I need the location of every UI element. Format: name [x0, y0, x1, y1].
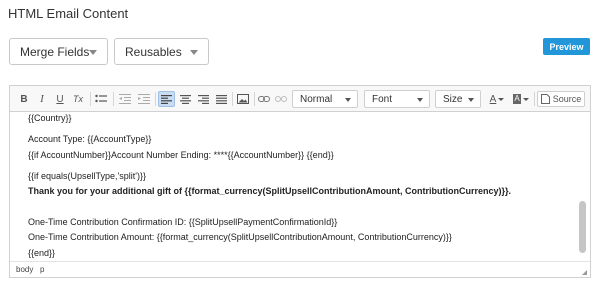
align-center-icon [179, 94, 191, 104]
underline-button[interactable]: U [53, 91, 67, 107]
italic-button[interactable]: I [35, 91, 49, 107]
background-color-icon: A [513, 94, 521, 104]
content-line: {{end}} [28, 248, 56, 258]
size-select-value: Size [443, 93, 463, 105]
format-select[interactable]: Normal [292, 90, 358, 108]
chevron-down-icon [468, 98, 474, 102]
content-line: {{Country}} [28, 113, 72, 123]
insert-image-button[interactable] [236, 91, 250, 107]
remove-format-button[interactable]: Tx [71, 91, 85, 107]
indent-icon [138, 94, 150, 104]
decrease-indent-button[interactable] [118, 91, 132, 107]
preview-button[interactable]: Preview [543, 38, 590, 55]
merge-fields-label: Merge Fields [20, 44, 90, 59]
toolbar-divider [155, 92, 156, 106]
content-line: One-Time Contribution Amount: {{format_c… [28, 232, 452, 242]
align-justify-icon [215, 94, 227, 104]
content-line: One-Time Contribution Confirmation ID: {… [28, 217, 338, 227]
content-line: {{if equals(UpsellType,'split')}} [28, 171, 147, 181]
bulleted-list-button[interactable] [94, 91, 108, 107]
link-button[interactable] [257, 91, 271, 107]
align-right-icon [197, 94, 209, 104]
remove-format-icon: Tx [73, 94, 83, 104]
format-select-value: Normal [300, 93, 333, 105]
text-color-icon: A [489, 93, 497, 105]
unlink-icon [275, 96, 287, 102]
chevron-down-icon [417, 98, 423, 102]
vertical-scrollbar[interactable] [577, 113, 589, 261]
align-left-icon [161, 94, 172, 104]
section-title: HTML Email Content [8, 6, 129, 21]
element-path-body[interactable]: body [16, 265, 33, 274]
html-editor: B I U Tx Normal Font Size A A Source {{C… [9, 85, 591, 278]
bulleted-list-icon [95, 94, 107, 103]
chevron-down-icon [89, 50, 97, 55]
background-color-button[interactable]: A [510, 91, 532, 107]
merge-fields-dropdown[interactable]: Merge Fields [9, 38, 108, 65]
text-color-button[interactable]: A [486, 91, 508, 107]
toolbar-divider [113, 92, 114, 106]
outdent-icon [119, 94, 131, 104]
unlink-button[interactable] [274, 91, 288, 107]
increase-indent-button[interactable] [137, 91, 151, 107]
image-icon [237, 94, 249, 104]
scrollbar-thumb[interactable] [579, 201, 586, 253]
content-line: Thank you for your additional gift of {{… [28, 186, 512, 196]
bold-button[interactable]: B [17, 91, 31, 107]
toolbar-divider [254, 92, 255, 106]
toolbar-divider [534, 92, 535, 106]
source-button[interactable]: Source [537, 91, 585, 107]
chevron-down-icon [190, 50, 198, 55]
chevron-down-icon [345, 98, 351, 102]
size-select[interactable]: Size [435, 90, 481, 108]
font-select-value: Font [372, 93, 393, 105]
editor-content-area[interactable]: {{Country}} Account Type: {{AccountType}… [10, 113, 576, 261]
content-line: Account Type: {{AccountType}} [28, 134, 152, 144]
align-center-button[interactable] [178, 91, 192, 107]
toolbar-divider [232, 92, 233, 106]
chevron-down-icon [522, 97, 529, 101]
source-label: Source [552, 94, 582, 104]
toolbar-divider [90, 92, 91, 106]
editor-status-bar: body p [10, 261, 590, 277]
source-icon [540, 94, 550, 104]
resize-grip-icon[interactable] [582, 270, 587, 275]
chevron-down-icon [498, 97, 505, 101]
content-line: {{if AccountNumber}}Account Number Endin… [28, 150, 334, 160]
justify-button[interactable] [214, 91, 228, 107]
editor-toolbar: B I U Tx Normal Font Size A A Source [10, 86, 590, 112]
reusables-dropdown[interactable]: Reusables [114, 38, 209, 65]
reusables-label: Reusables [125, 44, 182, 59]
element-path-p[interactable]: p [40, 265, 44, 274]
font-select[interactable]: Font [364, 90, 430, 108]
align-right-button[interactable] [196, 91, 210, 107]
align-left-button[interactable] [158, 91, 175, 107]
link-icon [258, 96, 270, 102]
